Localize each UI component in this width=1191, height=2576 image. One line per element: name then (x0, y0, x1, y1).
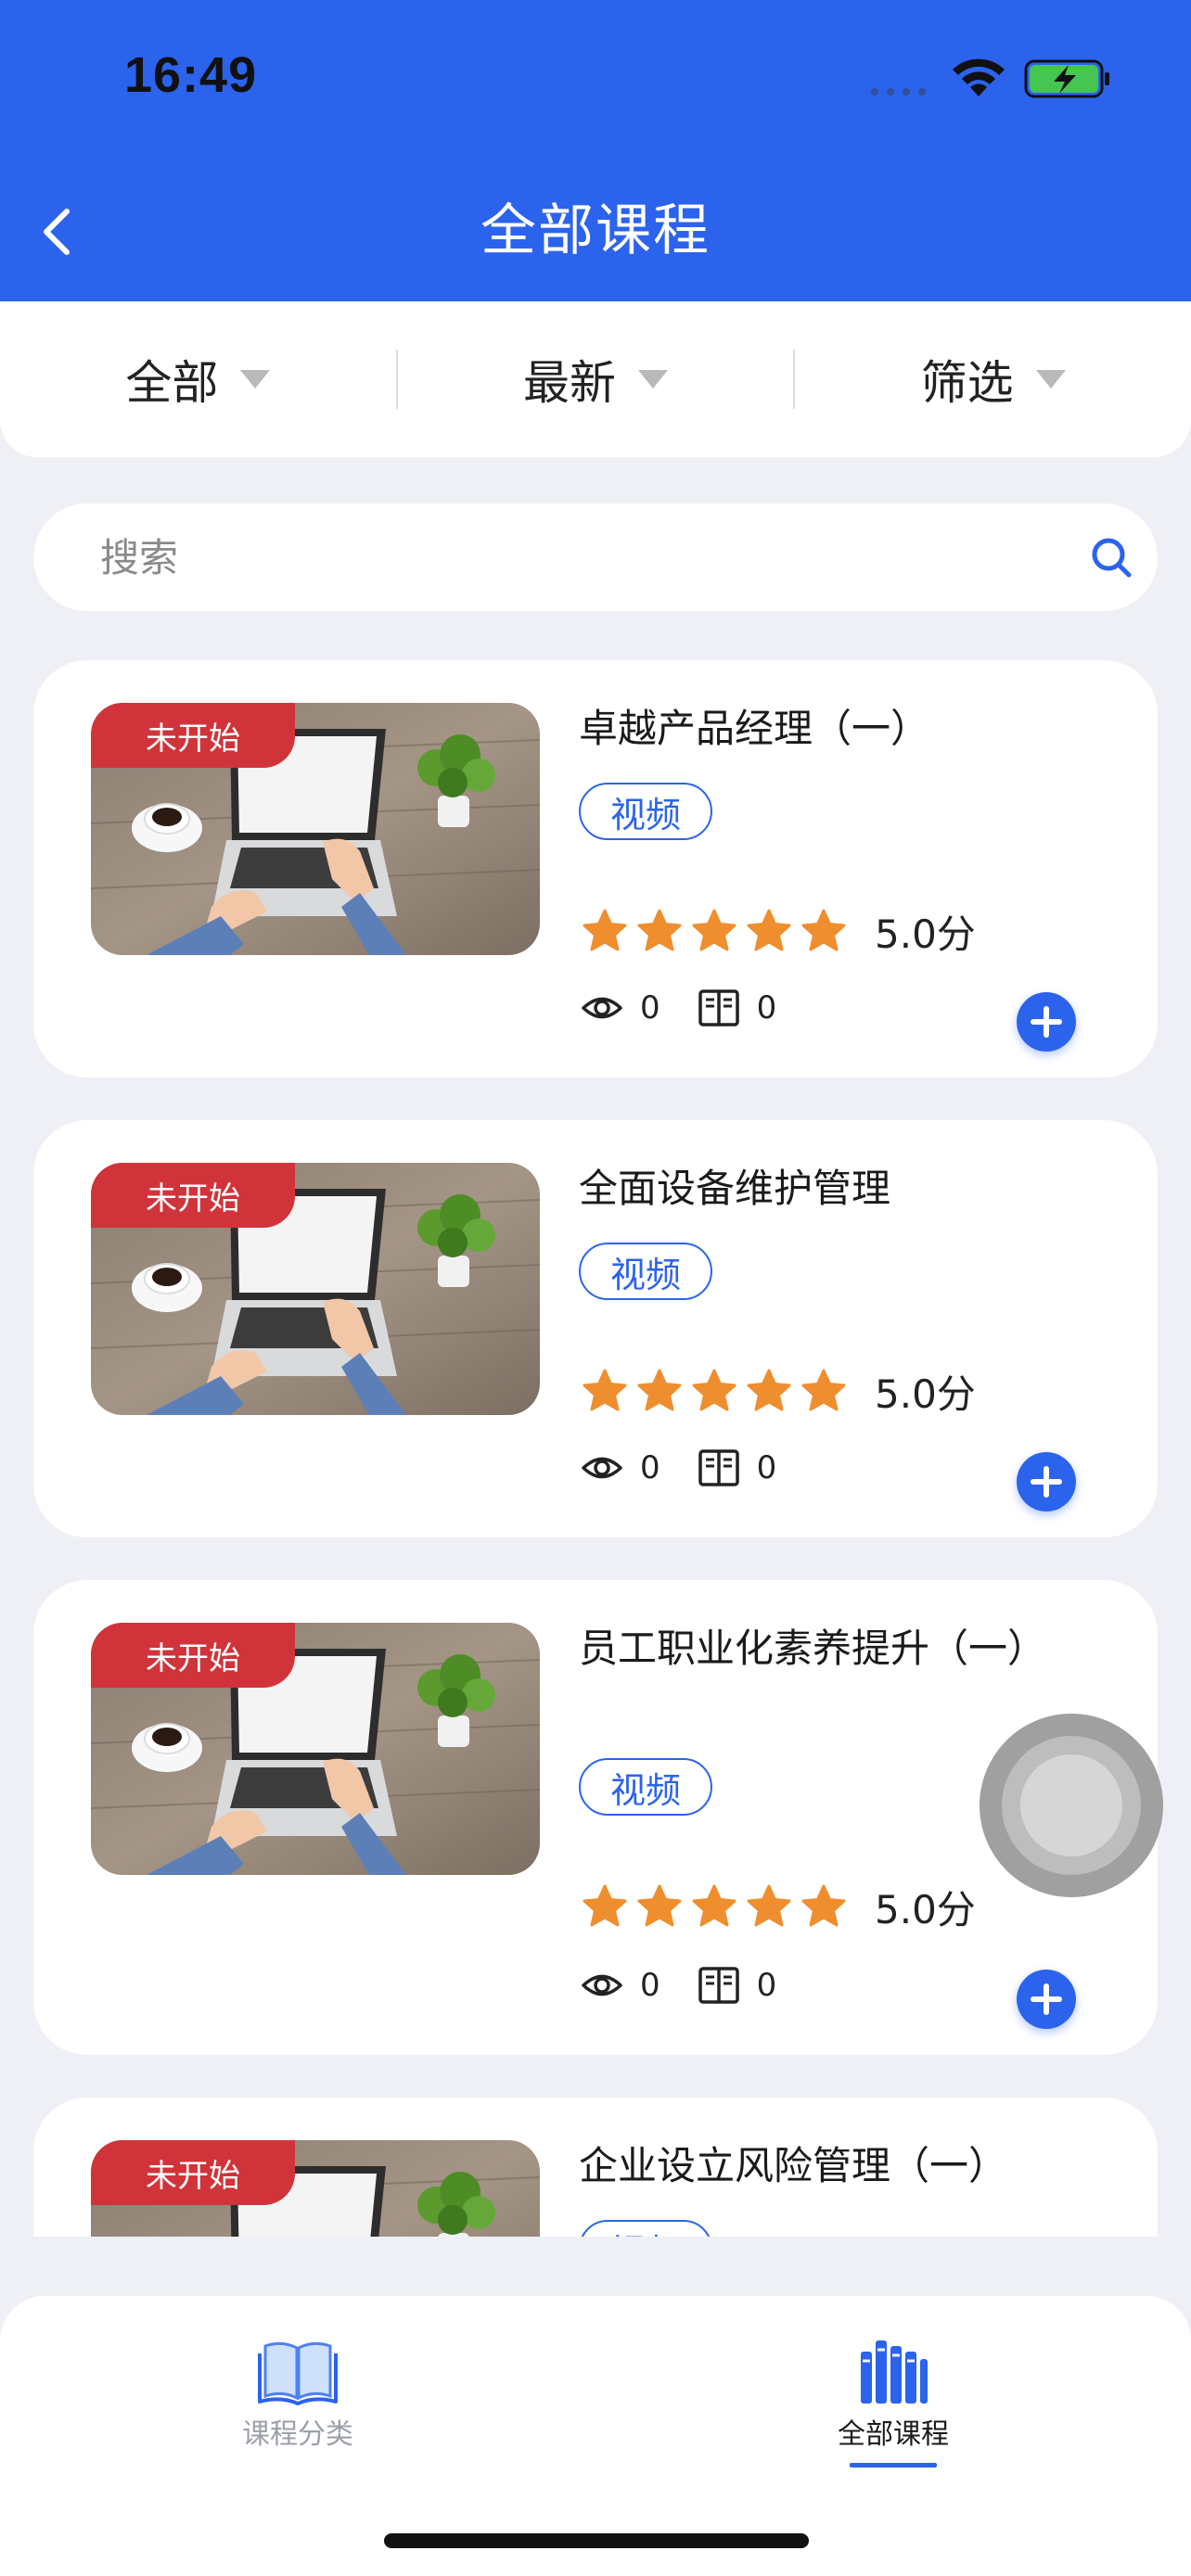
stats-row: 0 0 (581, 1964, 776, 2007)
book-icon (698, 989, 739, 1027)
caret-down-icon (1035, 370, 1066, 389)
course-thumbnail: 未开始 (91, 703, 540, 955)
star-icon (801, 1369, 846, 1410)
rating-row: 5.0分 (579, 1879, 976, 1935)
filter-category-dropdown[interactable]: 全部 (0, 301, 396, 457)
cellular-signal-icon (871, 88, 926, 96)
course-type-badge: 视频 (579, 2220, 713, 2237)
tab-course-category-label: 课程分类 (242, 2418, 353, 2451)
filter-sort-dropdown[interactable]: 最新 (398, 301, 794, 457)
filter-screen-label: 筛选 (920, 356, 1014, 410)
filter-screen-dropdown[interactable]: 筛选 (795, 301, 1191, 457)
library-books-icon (861, 2340, 928, 2404)
rating-value: 5.0分 (875, 1371, 976, 1417)
status-tag: 未开始 (91, 1623, 295, 1688)
status-time: 16:49 (124, 47, 258, 103)
course-thumbnail: 未开始 (91, 1623, 540, 1875)
tab-course-category[interactable]: 课程分类 (186, 2333, 409, 2452)
eye-icon (582, 1974, 622, 1996)
tab-all-courses-label: 全部课程 (838, 2418, 949, 2451)
course-card[interactable]: 未开始 卓越产品经理（一） 视频 5.0分 0 0 (33, 660, 1158, 1078)
star-icon (583, 1369, 627, 1410)
course-type-badge: 视频 (579, 783, 713, 840)
status-tag: 未开始 (91, 2140, 295, 2205)
add-course-button[interactable] (1017, 1970, 1076, 2029)
rating-row: 5.0分 (579, 1363, 976, 1420)
course-card[interactable]: 未开始 企业设立风险管理（一） 视频 (33, 2098, 1158, 2237)
page-title: 全部课程 (480, 198, 711, 263)
star-icon (583, 1884, 627, 1926)
star-icon (692, 909, 736, 950)
star-icon (747, 1884, 791, 1926)
lesson-count: 0 (756, 989, 777, 1027)
course-title: 卓越产品经理（一） (579, 706, 930, 751)
star-icon (747, 1369, 791, 1410)
view-count: 0 (640, 989, 660, 1027)
book-icon (698, 1449, 739, 1486)
star-icon (637, 909, 682, 950)
book-icon (698, 1967, 739, 2004)
wifi-icon (953, 58, 1005, 96)
stats-row: 0 0 (581, 987, 776, 1029)
search-input[interactable] (98, 504, 1026, 611)
top-header: 16:49 全部课程 (0, 0, 1191, 301)
star-icon (801, 1884, 846, 1926)
course-title: 全面设备维护管理 (579, 1166, 891, 1211)
rating-value: 5.0分 (875, 1887, 976, 1932)
battery-charging-icon (1024, 59, 1109, 98)
course-type-badge: 视频 (579, 1758, 713, 1816)
course-thumbnail: 未开始 (91, 1163, 540, 1415)
status-tag: 未开始 (91, 1163, 295, 1228)
active-tab-indicator (850, 2463, 937, 2468)
star-icon (692, 1884, 736, 1926)
star-icon (637, 1369, 682, 1410)
course-card[interactable]: 未开始 全面设备维护管理 视频 5.0分 0 0 (33, 1120, 1158, 1537)
view-count: 0 (640, 1967, 660, 2004)
course-type-badge: 视频 (579, 1243, 713, 1300)
caret-down-icon (240, 370, 271, 389)
star-icon (801, 909, 846, 950)
search-icon[interactable] (1089, 535, 1133, 580)
course-thumbnail: 未开始 (91, 2140, 540, 2237)
filter-bar: 全部 最新 筛选 (0, 301, 1191, 457)
eye-icon (582, 997, 622, 1019)
star-icon (637, 1884, 682, 1926)
status-tag: 未开始 (91, 703, 295, 768)
add-course-button[interactable] (1017, 992, 1076, 1052)
assistive-touch-core (1020, 1754, 1122, 1856)
course-list: 未开始 卓越产品经理（一） 视频 5.0分 0 0 未开始 全面设备维护管理 视… (0, 660, 1191, 2237)
search-bar (33, 504, 1158, 611)
filter-category-label: 全部 (125, 356, 219, 410)
tab-all-courses[interactable]: 全部课程 (782, 2333, 1005, 2468)
assistive-touch-button[interactable] (980, 1714, 1163, 1897)
star-icon (747, 909, 791, 950)
caret-down-icon (638, 370, 668, 389)
course-title: 员工职业化素养提升（一） (579, 1626, 1047, 1671)
view-count: 0 (640, 1449, 660, 1486)
star-icon (692, 1369, 736, 1410)
home-indicator (384, 2533, 809, 2548)
lesson-count: 0 (756, 1449, 777, 1486)
lesson-count: 0 (756, 1967, 777, 2004)
eye-icon (582, 1457, 622, 1479)
rating-value: 5.0分 (875, 912, 976, 957)
filter-sort-label: 最新 (523, 356, 616, 410)
book-open-icon (258, 2341, 338, 2405)
course-title: 企业设立风险管理（一） (579, 2143, 1008, 2188)
star-icon (583, 909, 627, 950)
stats-row: 0 0 (581, 1447, 776, 1489)
rating-row: 5.0分 (579, 903, 976, 960)
add-course-button[interactable] (1017, 1452, 1076, 1511)
